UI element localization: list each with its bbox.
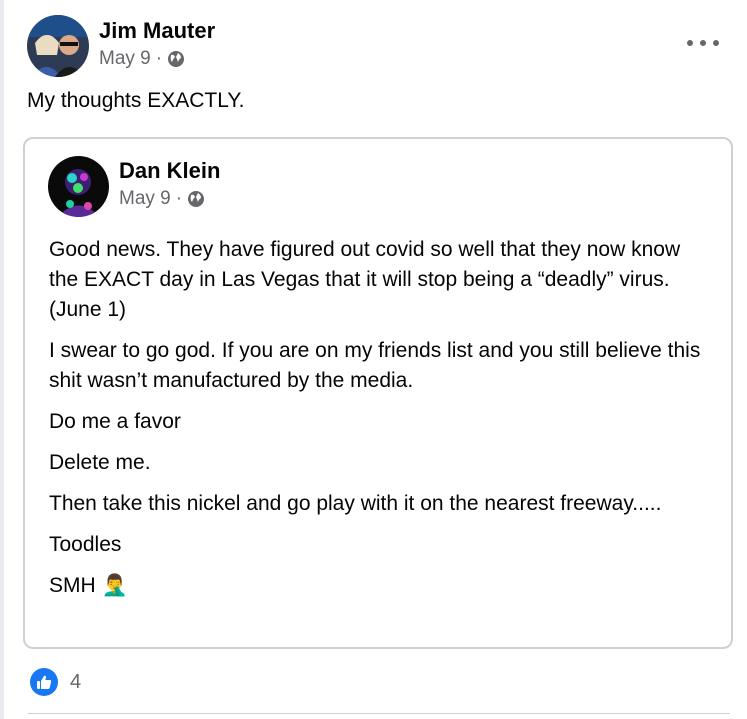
- shared-post-date[interactable]: May 9: [119, 188, 171, 210]
- meta-separator: ·: [175, 188, 183, 209]
- globe-icon: [187, 190, 205, 208]
- shared-post-body: Good news. They have figured out covid s…: [49, 235, 709, 612]
- divider: [28, 713, 730, 714]
- shared-post-card[interactable]: Dan Klein May 9 · Good news. They have f…: [23, 137, 733, 649]
- shared-paragraph: SMH 🤦‍♂️: [49, 574, 128, 597]
- more-options-icon[interactable]: [687, 36, 719, 50]
- post-date[interactable]: May 9: [99, 48, 151, 70]
- post-text: My thoughts EXACTLY.: [27, 89, 245, 112]
- like-icon[interactable]: [30, 668, 58, 696]
- shared-paragraph: Do me a favor: [49, 410, 181, 433]
- shared-paragraph: Toodles: [49, 533, 122, 556]
- shared-paragraph: I swear to go god. If you are on my frie…: [49, 339, 701, 392]
- shared-paragraph: Delete me.: [49, 451, 151, 474]
- globe-icon: [167, 50, 185, 68]
- author-avatar[interactable]: [27, 15, 89, 77]
- shared-post-meta: May 9 ·: [119, 188, 205, 210]
- post-meta: May 9 ·: [99, 48, 185, 70]
- meta-separator: ·: [155, 48, 163, 69]
- reaction-count[interactable]: 4: [70, 671, 81, 694]
- author-name[interactable]: Jim Mauter: [99, 18, 215, 44]
- shared-paragraph: Then take this nickel and go play with i…: [49, 492, 662, 515]
- reactions-bar[interactable]: 4: [30, 668, 81, 696]
- shared-author-avatar[interactable]: [48, 156, 109, 217]
- left-border: [0, 0, 4, 719]
- shared-author-name[interactable]: Dan Klein: [119, 158, 220, 184]
- shared-paragraph: Good news. They have figured out covid s…: [49, 238, 681, 321]
